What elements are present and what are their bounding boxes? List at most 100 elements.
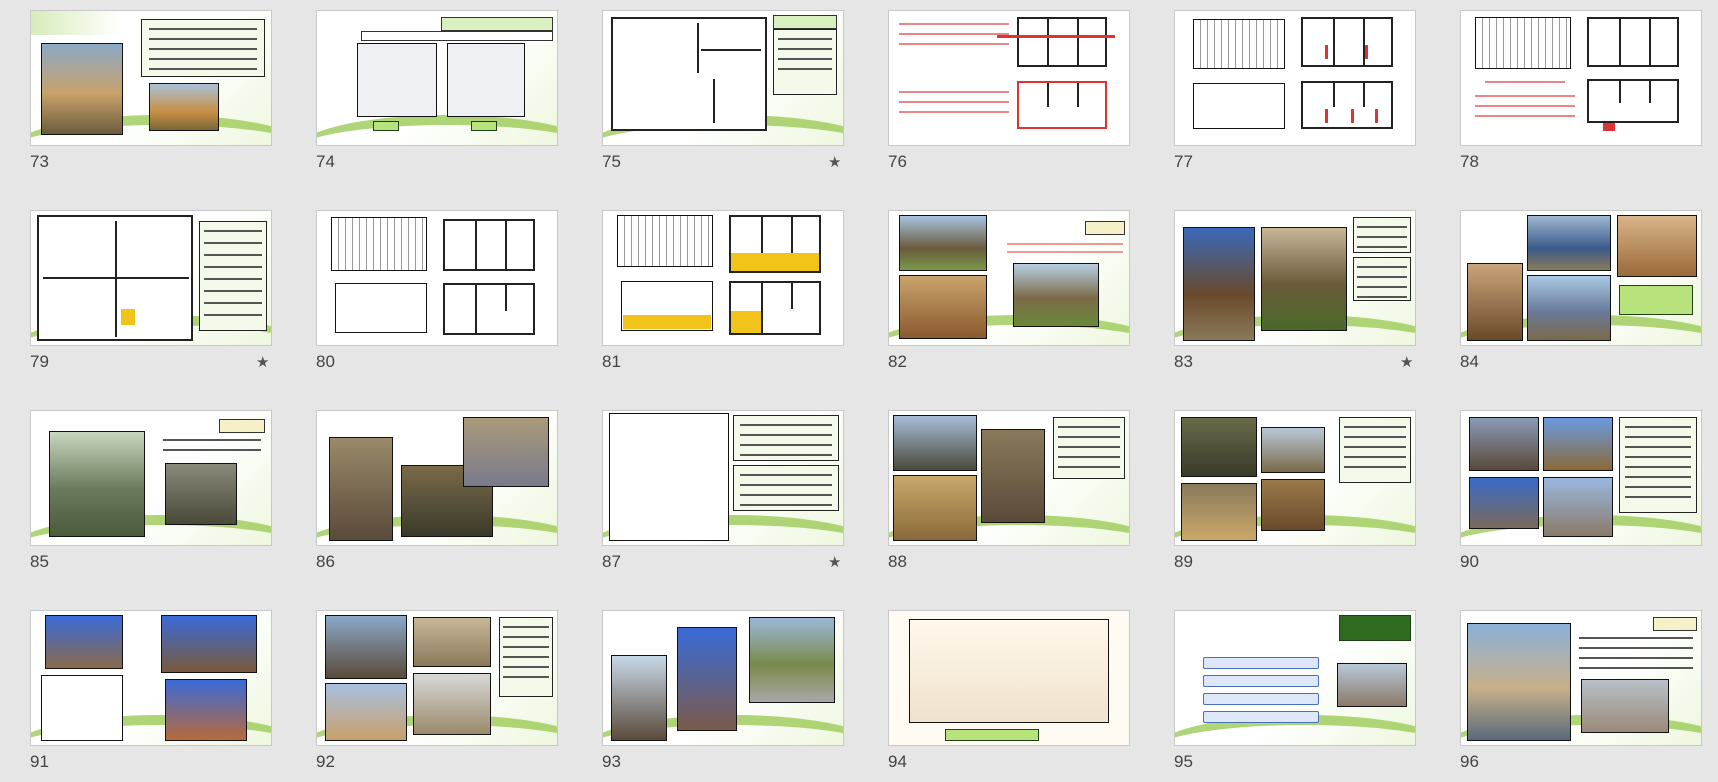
house-sketch (617, 215, 713, 267)
photo (1261, 427, 1325, 473)
slide-thumbnail[interactable] (888, 210, 1130, 346)
marker (1603, 123, 1615, 131)
decor (317, 115, 557, 145)
photo (1467, 263, 1523, 341)
arrow-marker (1365, 45, 1368, 59)
photo (413, 673, 491, 735)
house-sketch (1475, 17, 1571, 69)
slide-thumbnail[interactable] (316, 210, 558, 346)
slide-number: 73 (30, 152, 49, 171)
photo (165, 463, 237, 525)
photo (1261, 479, 1325, 531)
text-block (899, 111, 1009, 113)
photo (1527, 275, 1611, 341)
arrow-marker (1325, 45, 1328, 59)
text-block (899, 101, 1009, 103)
slide-thumbnail[interactable] (30, 210, 272, 346)
text-block (1485, 81, 1565, 83)
text-block (899, 43, 1009, 45)
photo (41, 43, 123, 135)
slide-number: 93 (602, 752, 621, 771)
slide-thumbnail[interactable] (888, 410, 1130, 546)
slide-thumbnail[interactable] (888, 10, 1130, 146)
arrow-marker (1375, 109, 1378, 123)
slide-thumbnail[interactable] (602, 410, 844, 546)
slide-thumbnail[interactable] (316, 10, 558, 146)
slide-thumbnail[interactable] (1174, 10, 1416, 146)
text-box (499, 617, 553, 697)
photo (1543, 417, 1613, 471)
decor (31, 11, 121, 35)
photo (49, 431, 145, 537)
slide-thumbnail[interactable] (1460, 410, 1702, 546)
text-block (899, 33, 1009, 35)
slide-thumbnail[interactable] (1460, 210, 1702, 346)
slide-number: 84 (1460, 352, 1479, 371)
photo (1337, 663, 1407, 707)
photo (899, 215, 987, 271)
caption-box (945, 729, 1039, 741)
slide-number: 95 (1174, 752, 1193, 771)
blueprint-image (357, 43, 437, 117)
floor-plan (1017, 17, 1107, 67)
slide-thumbnail[interactable] (1174, 410, 1416, 546)
animation-star-icon: ★ (1400, 354, 1414, 371)
floor-plan (1587, 17, 1679, 67)
text-line (1579, 647, 1693, 649)
text-block (1007, 243, 1123, 245)
slide-thumbnail[interactable] (30, 10, 272, 146)
photo (893, 475, 977, 541)
slide-thumbnail[interactable] (888, 610, 1130, 746)
text-box (199, 221, 267, 331)
slide-title-bar (219, 419, 265, 433)
slide-thumbnail[interactable] (316, 610, 558, 746)
slide-thumbnail[interactable] (30, 410, 272, 546)
photo (1581, 679, 1669, 733)
photo (1467, 623, 1571, 741)
photo (45, 615, 123, 669)
slide-thumbnail[interactable] (1174, 210, 1416, 346)
slide-number: 86 (316, 552, 335, 571)
text-box (1339, 417, 1411, 483)
text-block (899, 23, 1009, 25)
slide-number: 89 (1174, 552, 1193, 571)
slide-title-bar (1085, 221, 1125, 235)
slide-thumbnail[interactable] (602, 10, 844, 146)
text-block (1475, 105, 1575, 107)
photo (749, 617, 835, 703)
arrow-marker (1325, 109, 1328, 123)
text-box (1053, 417, 1125, 479)
highlight-area (731, 311, 761, 333)
slide-number: 75 (602, 152, 621, 171)
photo (161, 615, 257, 673)
slide-number: 77 (1174, 152, 1193, 171)
diagram-box (1203, 693, 1319, 705)
highlight-line (997, 35, 1115, 38)
slide-thumbnail[interactable] (1460, 10, 1702, 146)
photo (1469, 477, 1539, 529)
slide-title-bar (1653, 617, 1697, 631)
slide-title-bar (441, 17, 553, 31)
floor-plan (1301, 81, 1393, 129)
slide-thumbnail[interactable] (30, 610, 272, 746)
slide-thumbnail[interactable] (602, 210, 844, 346)
slide-thumbnail[interactable] (316, 410, 558, 546)
highlight-area (731, 253, 819, 271)
diagram-box (1203, 711, 1319, 723)
slide-thumbnail[interactable] (1460, 610, 1702, 746)
photo (1469, 417, 1539, 471)
text-line (163, 439, 261, 441)
slide-title-bar (1339, 615, 1411, 641)
text-box (733, 465, 839, 511)
text-block (1475, 95, 1575, 97)
photo (1013, 263, 1099, 327)
text-box (1353, 257, 1411, 301)
text-box (1619, 417, 1697, 513)
slide-thumbnail[interactable] (1174, 610, 1416, 746)
slide-title-bar (773, 15, 837, 29)
photo (899, 275, 987, 339)
slide-number: 87 (602, 552, 621, 571)
slide-thumbnail[interactable] (602, 610, 844, 746)
arrow-marker (1351, 109, 1354, 123)
photo (1181, 483, 1257, 541)
